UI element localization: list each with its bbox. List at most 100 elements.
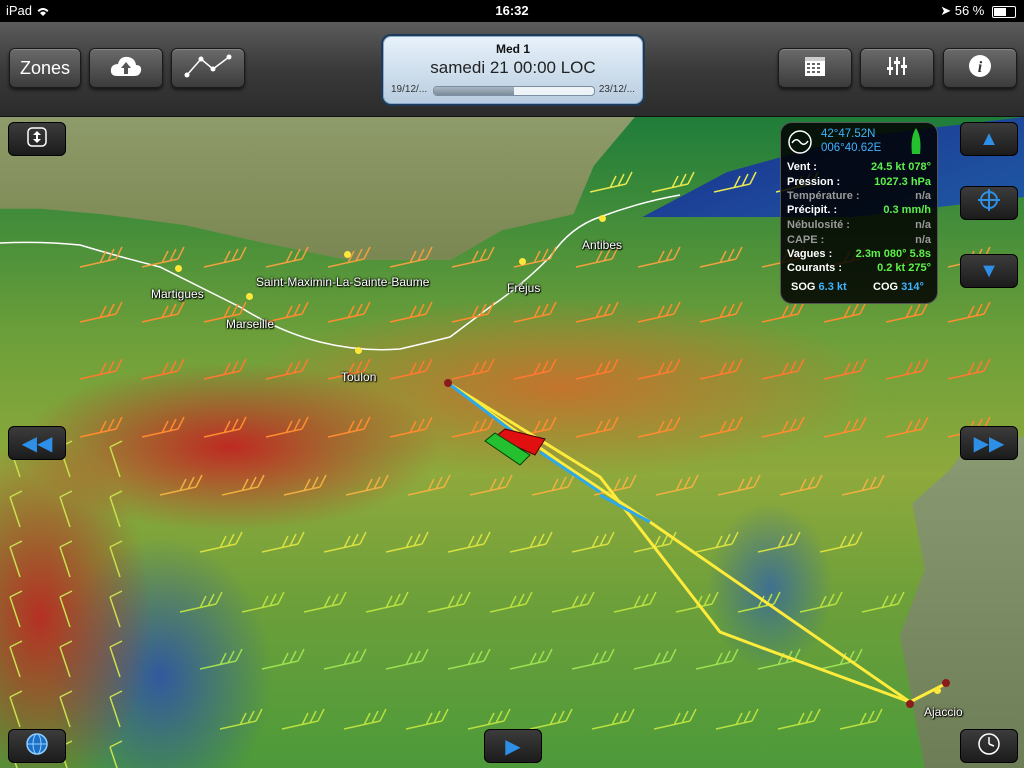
row-waves: Vagues : 2.3m 080° 5.8s (787, 248, 931, 262)
currents-label: Courants : (787, 262, 842, 274)
clock-button[interactable] (960, 729, 1018, 763)
city-dot-ajaccio (934, 687, 941, 694)
coordinates: 42°47.52N 006°40.62E (821, 127, 881, 155)
date-selector[interactable]: Med 1 samedi 21 00:00 LOC 19/12/... 23/1… (381, 34, 645, 106)
wind-barb (653, 708, 697, 730)
wind-barb (365, 591, 409, 613)
model-name: Med 1 (495, 42, 530, 56)
wind-barb (451, 416, 495, 438)
wind-barb (571, 648, 615, 670)
wind-barb (591, 708, 635, 730)
forward-button[interactable]: ▶▶ (960, 426, 1018, 460)
row-cape: CAPE : n/a (787, 234, 931, 248)
wind-barb (59, 640, 73, 678)
cog-label: COG (873, 281, 899, 293)
wind-barb (427, 591, 471, 613)
wind-barb (467, 708, 511, 730)
cog: COG 314° (873, 281, 924, 293)
sog: SOG 6.3 kt (791, 281, 847, 293)
wind-barb (637, 416, 681, 438)
info-button[interactable]: i (943, 48, 1017, 88)
upload-button[interactable] (89, 48, 163, 88)
wind-barb (199, 531, 243, 553)
wind-barb (655, 474, 699, 496)
wind-barb (695, 648, 739, 670)
cloud-label: Nébulosité : (787, 219, 850, 231)
row-currents: Courants : 0.2 kt 275° (787, 262, 931, 276)
city-dot-toulon (355, 347, 362, 354)
row-wind: Vent : 24.5 kt 078° (787, 161, 931, 175)
rewind-icon: ◀◀ (21, 432, 53, 455)
expand-button[interactable] (8, 122, 66, 156)
route-waypoint-marker (942, 679, 950, 687)
cape-value: n/a (915, 234, 931, 246)
wind-barb (141, 358, 185, 380)
wind-barb (699, 246, 743, 268)
wind-barb (241, 591, 285, 613)
timeline-slider[interactable] (433, 86, 595, 96)
wind-barb (79, 358, 123, 380)
status-bar: iPad 16:32 ➤ 56 % (0, 0, 1024, 22)
rewind-button[interactable]: ◀◀ (8, 426, 66, 460)
cloud-value: n/a (915, 219, 931, 231)
wind-barb (59, 490, 73, 528)
wind-barb (159, 474, 203, 496)
center-button[interactable] (960, 186, 1018, 220)
route-start-marker (444, 379, 452, 387)
wind-barb (531, 474, 575, 496)
city-label-ajaccio: Ajaccio (924, 705, 963, 719)
wind-barb (589, 171, 633, 193)
wind-barb (451, 358, 495, 380)
top-toolbar: Zones Med 1 samedi 21 00:00 LOC 19/12/..… (0, 22, 1024, 117)
wind-barb (695, 531, 739, 553)
wind-barb (199, 648, 243, 670)
wind-barb (323, 531, 367, 553)
wind-barb (575, 301, 619, 323)
route-segment-blue-3 (599, 493, 651, 524)
wind-barb (447, 531, 491, 553)
wind-barb (265, 358, 309, 380)
wind-barb (109, 640, 123, 678)
wind-barb (761, 301, 805, 323)
wind-barb (699, 358, 743, 380)
coastline (0, 194, 681, 351)
up-arrow-icon: ▲ (979, 127, 999, 150)
wind-barb (799, 591, 843, 613)
city-label-antibes: Antibes (582, 238, 623, 252)
route-segment-blue-1 (447, 381, 521, 439)
play-icon: ▶ (505, 735, 521, 758)
cape-label: CAPE : (787, 234, 825, 246)
wind-barb (283, 474, 327, 496)
wind-barb (823, 416, 867, 438)
wind-barb (779, 474, 823, 496)
calendar-button[interactable] (778, 48, 852, 88)
wind-barb (9, 690, 23, 728)
wind-barb (717, 474, 761, 496)
calendar-icon (803, 54, 827, 83)
wind-barb (613, 591, 657, 613)
wind-barb (389, 358, 433, 380)
waves-value: 2.3m 080° 5.8s (855, 248, 931, 260)
settings-button[interactable] (860, 48, 934, 88)
forecast-datetime: samedi 21 00:00 LOC (430, 58, 596, 77)
weather-info-panel: 42°47.52N 006°40.62E Vent :24.5 kt 078° … (780, 122, 938, 304)
fast-forward-icon: ▶▶ (973, 432, 1005, 455)
waves-label: Vagues : (787, 248, 833, 260)
wind-barb (575, 358, 619, 380)
play-button[interactable]: ▶ (484, 729, 542, 763)
wind-barb (303, 591, 347, 613)
wind-barb (757, 531, 801, 553)
wind-barb (389, 416, 433, 438)
timeline-fill (434, 87, 514, 95)
wind-barb (109, 440, 123, 478)
cloud-upload-icon (109, 54, 143, 83)
temperature-value: n/a (915, 190, 931, 202)
wind-barb (219, 708, 263, 730)
route-button[interactable] (171, 48, 245, 88)
zoom-down-button[interactable]: ▼ (960, 254, 1018, 288)
zoom-up-button[interactable]: ▲ (960, 122, 1018, 156)
globe-button[interactable] (8, 729, 66, 763)
wind-barb (79, 246, 123, 268)
zones-button[interactable]: Zones (9, 48, 81, 88)
status-right: ➤ 56 % (940, 3, 1016, 19)
